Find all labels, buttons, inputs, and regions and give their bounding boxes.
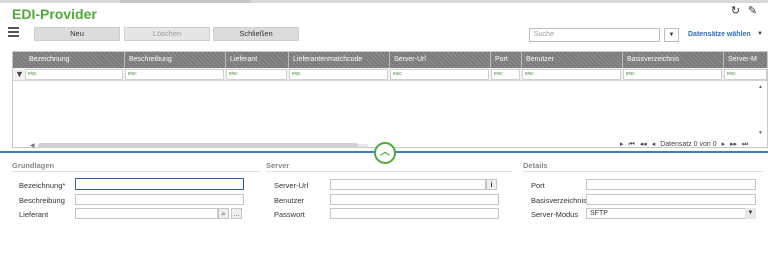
section-title-grundlagen: Grundlagen	[12, 161, 55, 170]
server-modus-select[interactable]: SFTP	[586, 208, 756, 219]
wrench-icon[interactable]: ✎	[747, 6, 758, 17]
data-grid: Bezeichnung Beschreibung Lieferant Liefe…	[12, 51, 768, 148]
lieferant-field[interactable]	[75, 208, 218, 219]
hamburger-icon[interactable]	[8, 27, 19, 38]
passwort-field[interactable]	[330, 208, 499, 219]
search-dropdown-button[interactable]: ▼	[664, 28, 679, 42]
filter-cell-port[interactable]: ʀᴵᴜᴄ	[491, 69, 520, 80]
filter-cell-basisverzeichnis[interactable]: ʀᴵᴜᴄ	[623, 69, 722, 80]
column-header-basisverzeichnis[interactable]: Basisverzeichnis	[623, 52, 724, 68]
label-server-url: Server-Url	[274, 181, 309, 190]
refresh-icon[interactable]: ↻	[730, 6, 741, 17]
column-header-beschreibung[interactable]: Beschreibung	[125, 52, 226, 68]
window-tab[interactable]	[120, 0, 250, 3]
scroll-down-icon[interactable]: ▼	[758, 130, 763, 136]
page-title: EDI-Provider	[12, 6, 97, 22]
beschreibung-field[interactable]	[75, 194, 244, 205]
info-icon[interactable]: i	[486, 179, 497, 190]
last-page-icon[interactable]: ⏭	[742, 141, 748, 148]
label-server-modus: Server-Modus	[531, 210, 579, 219]
filter-cell-lieferantenmatchcode[interactable]: ʀᴵᴜᴄ	[289, 69, 388, 80]
label-basisverzeichnis: Basisverzeichnis	[531, 196, 587, 205]
prev-page-icon[interactable]: ◂	[652, 141, 656, 148]
basisverzeichnis-field[interactable]	[586, 194, 756, 205]
close-button[interactable]: Schließen	[213, 27, 299, 41]
section-divider	[12, 171, 260, 172]
datasets-select-link[interactable]: Datensätze wählen	[688, 31, 751, 38]
collapse-panel-button[interactable]: ︿	[374, 142, 396, 164]
column-header-lieferant[interactable]: Lieferant	[226, 52, 289, 68]
column-header-port[interactable]: Port	[491, 52, 522, 68]
filter-cell-lieferant[interactable]: ʀᴵᴜᴄ	[226, 69, 287, 80]
filter-cell-benutzer[interactable]: ʀᴵᴜᴄ	[522, 69, 621, 80]
next-page-icon-2[interactable]: ▸	[722, 141, 726, 148]
column-header-server-modus[interactable]: Server-M	[724, 52, 767, 68]
next-page-icon[interactable]: ▸	[620, 141, 624, 148]
label-lieferant: Lieferant	[19, 210, 49, 219]
column-header-lieferantenmatchcode[interactable]: Lieferantenmatchcode	[289, 52, 390, 68]
vertical-scrollbar[interactable]: ▲ ▼	[757, 82, 765, 144]
filter-cell-server-modus[interactable]: ʀᴵᴜᴄ	[724, 69, 767, 80]
benutzer-field[interactable]	[330, 194, 499, 205]
section-divider	[266, 171, 512, 172]
scrollbar-thumb[interactable]	[38, 143, 358, 148]
label-beschreibung: Beschreibung	[19, 196, 65, 205]
column-header-server-url[interactable]: Server-Url	[390, 52, 491, 68]
filter-row: ▼ ʀᴵᴜᴄ ʀᴵᴜᴄ ʀᴵᴜᴄ ʀᴵᴜᴄ ʀᴵᴜᴄ ʀᴵᴜᴄ ʀᴵᴜᴄ ʀᴵᴜ…	[13, 68, 767, 81]
section-title-server: Server	[266, 161, 290, 170]
section-title-details: Details	[523, 161, 548, 170]
column-header-bezeichnung[interactable]: Bezeichnung	[25, 52, 125, 68]
server-url-field[interactable]	[330, 179, 486, 190]
top-icons: ↻ ✎	[730, 6, 758, 17]
first-page-icon[interactable]: ⏮	[628, 141, 634, 148]
bezeichnung-field[interactable]	[75, 178, 244, 190]
horizontal-scrollbar[interactable]: ◀	[30, 142, 368, 149]
chevron-down-icon[interactable]: ▼	[745, 208, 756, 219]
label-benutzer: Benutzer	[274, 196, 305, 205]
more-icon[interactable]: …	[231, 208, 242, 219]
pager: ▸ ⏮ ◂◂ ◂ Datensatz 0 von 0 ▸ ▸▸ ⏭	[620, 140, 751, 150]
search-input[interactable]: Suche	[529, 28, 660, 42]
filter-cell-beschreibung[interactable]: ʀᴵᴜᴄ	[125, 69, 224, 80]
label-bezeichnung: Bezeichnung*	[19, 181, 66, 190]
scroll-up-icon[interactable]: ▲	[758, 84, 763, 90]
search-icon[interactable]: ⌕	[218, 208, 229, 219]
chevron-down-icon[interactable]: ▼	[757, 31, 763, 37]
delete-button[interactable]: Löschen	[124, 27, 210, 41]
port-field[interactable]	[586, 179, 756, 190]
filter-cell-server-url[interactable]: ʀᴵᴜᴄ	[390, 69, 489, 80]
prev-fast-icon[interactable]: ◂◂	[640, 141, 647, 148]
scroll-left-icon[interactable]: ◀	[30, 142, 35, 149]
column-header-benutzer[interactable]: Benutzer	[522, 52, 623, 68]
window-top-strip	[0, 0, 768, 3]
filter-icon[interactable]: ▼	[15, 69, 24, 80]
filter-cell-bezeichnung[interactable]: ʀᴵᴜᴄ	[25, 69, 123, 80]
next-fast-icon[interactable]: ▸▸	[730, 141, 737, 148]
label-port: Port	[531, 181, 545, 190]
pager-status: Datensatz 0 von 0	[660, 141, 717, 148]
section-divider	[523, 171, 763, 172]
label-passwort: Passwort	[274, 210, 305, 219]
new-button[interactable]: Neu	[34, 27, 120, 41]
grid-header: Bezeichnung Beschreibung Lieferant Liefe…	[13, 52, 767, 68]
